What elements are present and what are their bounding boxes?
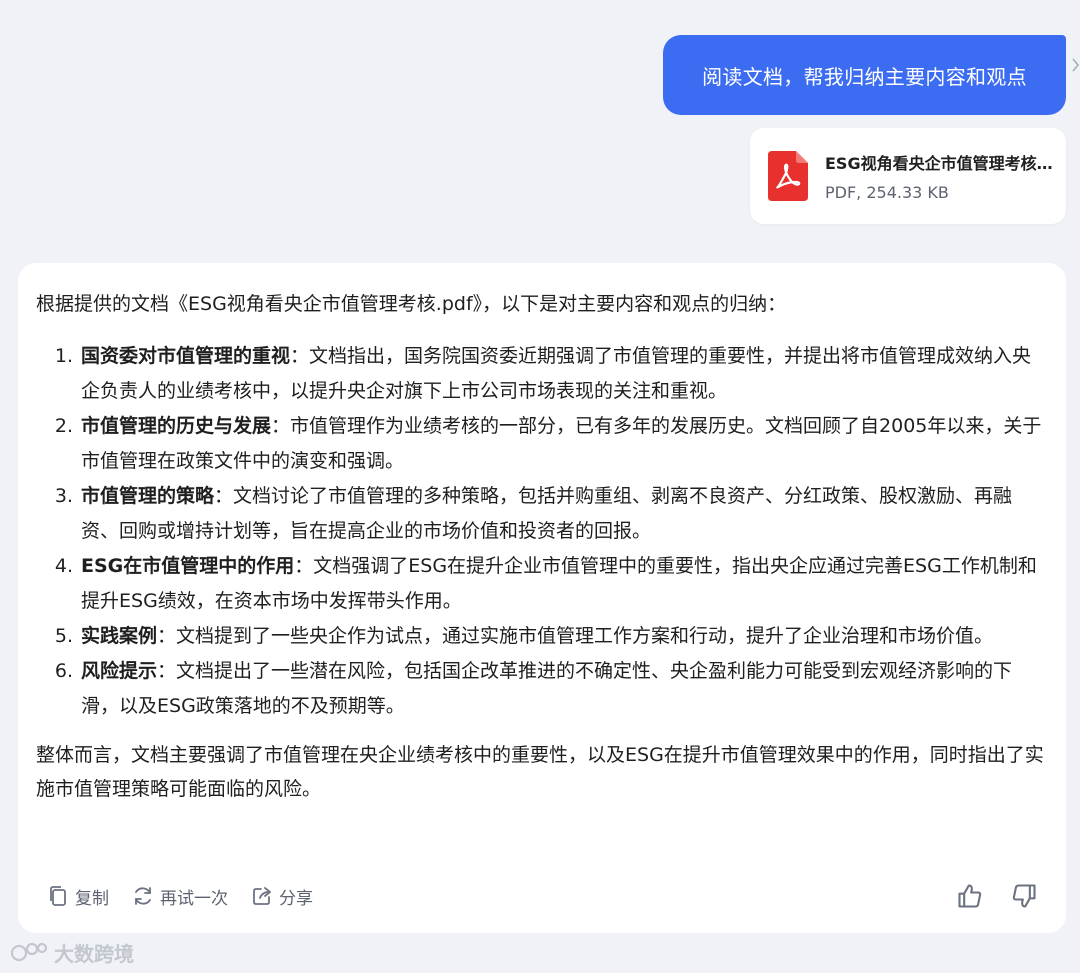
- share-label: 分享: [279, 888, 313, 909]
- user-message-text: 阅读文档，帮我归纳主要内容和观点: [702, 64, 1027, 89]
- attachment-meta: PDF, 254.33 KB: [825, 183, 949, 202]
- point-text: ：文档提到了一些央企作为试点，通过实施市值管理工作方案和行动，提升了企业治理和市…: [157, 625, 994, 647]
- watermark-logo-icon: [10, 942, 48, 961]
- point-number: 2.: [54, 415, 73, 437]
- point-text: ：文档讨论了市值管理的多种策略，包括并购重组、剥离不良资产、分红政策、股权激励、…: [81, 485, 1013, 542]
- answer-action-bar: 复制 再试一次 分享: [46, 879, 1038, 913]
- list-item: 6. 风险提示：文档提出了一些潜在风险，包括国企改革推进的不确定性、央企盈利能力…: [36, 654, 1048, 724]
- watermark: 大数跨境: [10, 938, 134, 967]
- point-title: ESG在市值管理中的作用: [81, 555, 295, 577]
- list-item: 4. ESG在市值管理中的作用：文档强调了ESG在提升企业市值管理中的重要性，指…: [36, 549, 1048, 619]
- point-title: 实践案例: [81, 625, 158, 647]
- list-item: 3. 市值管理的策略：文档讨论了市值管理的多种策略，包括并购重组、剥离不良资产、…: [36, 479, 1048, 549]
- point-title: 市值管理的策略: [81, 485, 215, 507]
- refresh-icon: [135, 887, 151, 905]
- attachment-filename: ESG视角看央企市值管理考核.pdf: [825, 154, 1053, 173]
- copy-label: 复制: [75, 888, 109, 909]
- point-number: 1.: [54, 345, 73, 367]
- list-item: 2. 市值管理的历史与发展：市值管理作为业绩考核的一部分，已有多年的发展历史。文…: [36, 409, 1048, 479]
- thumbs-down-icon[interactable]: [1010, 882, 1038, 910]
- answer-summary: 整体而言，文档主要强调了市值管理在央企业绩考核中的重要性，以及ESG在提升市值管…: [36, 744, 1044, 800]
- retry-label: 再试一次: [160, 888, 228, 909]
- point-title: 风险提示: [81, 660, 158, 682]
- point-number: 6.: [54, 660, 73, 682]
- watermark-text: 大数跨境: [54, 942, 134, 966]
- share-button[interactable]: 分享: [250, 884, 313, 909]
- list-item: 1. 国资委对市值管理的重视：文档指出，国务院国资委近期强调了市值管理的重要性，…: [36, 339, 1048, 409]
- retry-button[interactable]: 再试一次: [131, 884, 228, 909]
- point-number: 3.: [54, 485, 73, 507]
- list-item: 5. 实践案例：文档提到了一些央企作为试点，通过实施市值管理工作方案和行动，提升…: [36, 619, 1048, 654]
- share-icon: [253, 887, 271, 905]
- point-number: 5.: [54, 625, 73, 647]
- point-title: 市值管理的历史与发展: [81, 415, 272, 437]
- pdf-file-icon: [768, 151, 808, 201]
- copy-button[interactable]: 复制: [46, 884, 109, 909]
- assistant-answer-card: 根据提供的文档《ESG视角看央企市值管理考核.pdf》，以下是对主要内容和观点的…: [18, 263, 1066, 933]
- answer-intro: 根据提供的文档《ESG视角看央企市值管理考核.pdf》，以下是对主要内容和观点的…: [36, 293, 787, 315]
- user-message-bubble: 阅读文档，帮我归纳主要内容和观点: [663, 35, 1066, 115]
- point-title: 国资委对市值管理的重视: [81, 345, 291, 367]
- summary-point-list: 1. 国资委对市值管理的重视：文档指出，国务院国资委近期强调了市值管理的重要性，…: [36, 339, 1048, 724]
- copy-icon: [50, 886, 66, 906]
- point-text: ：文档提出了一些潜在风险，包括国企改革推进的不确定性、央企盈利能力可能受到宏观经…: [81, 660, 1013, 717]
- point-number: 4.: [54, 555, 73, 577]
- thumbs-up-icon[interactable]: [956, 882, 984, 910]
- edge-chevron-icon: [1072, 58, 1080, 72]
- attachment-card[interactable]: ESG视角看央企市值管理考核.pdf PDF, 254.33 KB: [750, 128, 1066, 224]
